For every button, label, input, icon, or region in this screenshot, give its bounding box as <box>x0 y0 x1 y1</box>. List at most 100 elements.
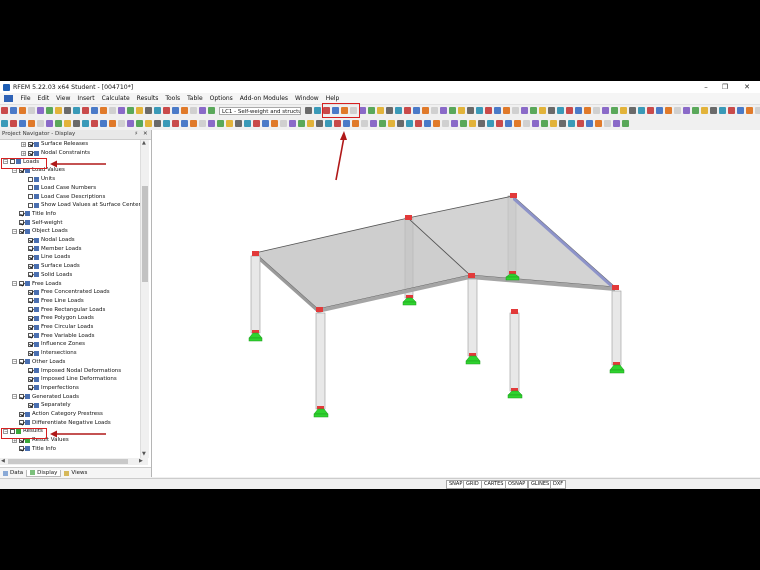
toolbar-tool-icon[interactable] <box>368 107 375 114</box>
toolbar-tool-icon[interactable] <box>413 107 420 114</box>
tree-item[interactable]: − Generated Loads <box>12 392 79 401</box>
node[interactable] <box>612 285 619 290</box>
toolbar-tool-icon[interactable] <box>190 107 197 114</box>
toolbar-tool-icon[interactable] <box>485 107 492 114</box>
toolbar-tool-icon[interactable] <box>100 120 107 127</box>
tree-checkbox[interactable] <box>28 150 33 156</box>
tree-item[interactable]: Free Concentrated Loads <box>21 288 110 297</box>
tree-item[interactable]: + Surface Releases <box>21 140 88 149</box>
toolbar-tool-icon[interactable] <box>100 107 107 114</box>
menu-insert[interactable]: Insert <box>74 95 98 102</box>
tree-item[interactable]: Free Polygon Loads <box>21 314 94 323</box>
toolbar-tool-icon[interactable] <box>136 107 143 114</box>
toolbar-tool-icon[interactable] <box>566 107 573 114</box>
toolbar-tool-icon[interactable] <box>719 107 726 114</box>
toolbar-tool-icon[interactable] <box>64 107 71 114</box>
toolbar-tool-icon[interactable] <box>379 120 386 127</box>
toolbar-tool-icon[interactable] <box>307 120 314 127</box>
toolbar-tool-icon[interactable] <box>710 107 717 114</box>
toolbar-tool-icon[interactable] <box>620 107 627 114</box>
status-osnap[interactable]: OSNAP <box>505 480 529 489</box>
toolbar-tool-icon[interactable] <box>460 120 467 127</box>
tree-item[interactable]: Self-weight <box>12 218 63 227</box>
node[interactable] <box>469 353 476 356</box>
tree-checkbox[interactable] <box>28 254 33 260</box>
toolbar-tool-icon[interactable] <box>532 120 539 127</box>
support-icon[interactable] <box>248 337 263 342</box>
pin-icon[interactable]: ♯ <box>135 130 138 139</box>
menu-results[interactable]: Results <box>133 95 162 102</box>
tree-checkbox[interactable] <box>28 307 33 313</box>
toolbar-tool-icon[interactable] <box>37 120 44 127</box>
menu-window[interactable]: Window <box>292 95 323 102</box>
tree-item[interactable]: Action Category Prestress <box>12 410 103 419</box>
tree-checkbox[interactable] <box>19 411 24 417</box>
tree-checkbox[interactable] <box>19 359 24 365</box>
toolbar-tool-icon[interactable] <box>325 120 332 127</box>
toolbar-tool-icon[interactable] <box>487 120 494 127</box>
toolbar-tool-icon[interactable] <box>127 107 134 114</box>
menu-edit[interactable]: Edit <box>34 95 53 102</box>
tree-checkbox[interactable] <box>28 141 33 147</box>
node[interactable] <box>406 295 413 298</box>
toolbar-tool-icon[interactable] <box>467 107 474 114</box>
toolbar-tool-icon[interactable] <box>305 107 312 114</box>
toolbar-tool-icon[interactable] <box>647 107 654 114</box>
toolbar-tool-icon[interactable] <box>568 120 575 127</box>
toolbar-tool-icon[interactable] <box>595 120 602 127</box>
menu-add-on-modules[interactable]: Add-on Modules <box>236 95 291 102</box>
toolbar-tool-icon[interactable] <box>431 107 438 114</box>
tree-item[interactable]: Separately <box>21 401 71 410</box>
toolbar-tool-icon[interactable] <box>674 107 681 114</box>
toolbar-tool-icon[interactable] <box>577 120 584 127</box>
toolbar-tool-icon[interactable] <box>397 120 404 127</box>
toolbar-tool-icon[interactable] <box>280 120 287 127</box>
toolbar-tool-icon[interactable] <box>440 107 447 114</box>
support-icon[interactable] <box>609 369 625 374</box>
toolbar-tool-icon[interactable] <box>55 107 62 114</box>
toolbar-tool-icon[interactable] <box>298 120 305 127</box>
toolbar-tool-icon[interactable] <box>523 120 530 127</box>
toolbar-tool-icon[interactable] <box>163 107 170 114</box>
toolbar-tool-icon[interactable] <box>746 107 753 114</box>
toolbar-tool-icon[interactable] <box>82 120 89 127</box>
toolbar-tool-icon[interactable] <box>656 107 663 114</box>
tree-checkbox[interactable] <box>28 185 33 191</box>
toolbar-tool-icon[interactable] <box>226 120 233 127</box>
tree-item[interactable]: Imposed Line Deformations <box>21 375 117 384</box>
toolbar-tool-icon[interactable] <box>683 107 690 114</box>
toolbar-tool-icon[interactable] <box>593 107 600 114</box>
toolbar-tool-icon[interactable] <box>244 120 251 127</box>
support-icon[interactable] <box>507 390 523 396</box>
tree-item[interactable]: − Object Loads <box>12 227 68 236</box>
tree-checkbox[interactable] <box>28 324 33 330</box>
toolbar-tool-icon[interactable] <box>172 107 179 114</box>
tab-data[interactable]: Data <box>0 470 26 476</box>
toolbar-tool-icon[interactable] <box>584 107 591 114</box>
toolbar-tool-icon[interactable] <box>559 120 566 127</box>
toolbar-tool-icon[interactable] <box>271 120 278 127</box>
toolbar-tool-icon[interactable] <box>154 120 161 127</box>
toolbar-tool-icon[interactable] <box>91 120 98 127</box>
maximize-button[interactable]: ❐ <box>714 81 736 93</box>
toolbar-tool-icon[interactable] <box>217 120 224 127</box>
toolbar-tool-icon[interactable] <box>548 107 555 114</box>
tree-checkbox[interactable] <box>19 394 24 400</box>
toolbar-tool-icon[interactable] <box>622 120 629 127</box>
toolbar-tool-icon[interactable] <box>388 120 395 127</box>
tree-item[interactable]: Show Load Values at Surface Center <box>21 201 140 210</box>
tab-views[interactable]: Views <box>61 470 90 476</box>
toolbar-tool-icon[interactable] <box>377 107 384 114</box>
toolbar-tool-icon[interactable] <box>352 120 359 127</box>
navigator-close-icon[interactable]: ✕ <box>143 130 148 139</box>
tree-item[interactable]: Free Rectangular Loads <box>21 305 105 314</box>
toolbar-tool-icon[interactable] <box>136 120 143 127</box>
support-icon[interactable] <box>505 276 520 281</box>
tree-checkbox[interactable] <box>19 211 24 217</box>
toolbar-tool-icon[interactable] <box>395 107 402 114</box>
toolbar-tool-icon[interactable] <box>145 107 152 114</box>
toolbar-tool-icon[interactable] <box>199 107 206 114</box>
toolbar-tool-icon[interactable] <box>64 120 71 127</box>
hscroll-thumb[interactable] <box>8 459 128 464</box>
support-icon[interactable] <box>313 408 329 415</box>
